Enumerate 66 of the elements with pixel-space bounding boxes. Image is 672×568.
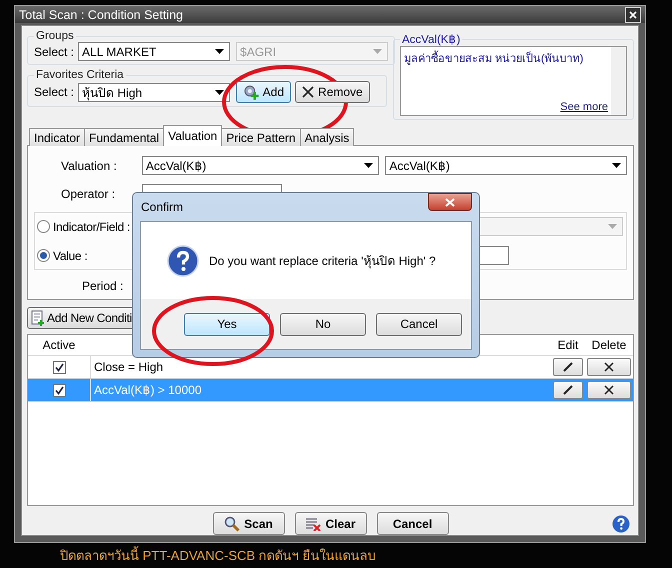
dropdown-arrow-icon xyxy=(608,224,617,229)
select-label: Select : xyxy=(34,85,74,99)
description-text: มูลค่าซื้อขายสะสม หน่วยเป็น(พันบาท) xyxy=(404,53,584,65)
tab[interactable]: Fundamental xyxy=(84,128,164,146)
question-icon xyxy=(167,244,199,276)
tab[interactable]: Valuation xyxy=(163,125,222,146)
gear-plus-icon xyxy=(243,84,259,100)
checkbox[interactable] xyxy=(52,360,66,374)
document-plus-icon xyxy=(31,310,45,326)
edit-button[interactable] xyxy=(553,358,583,376)
operator-label: Operator : xyxy=(60,186,116,200)
help-icon[interactable] xyxy=(612,515,630,533)
cross-icon xyxy=(302,86,314,98)
dropdown-arrow-icon xyxy=(364,163,374,168)
radio-button[interactable] xyxy=(37,249,50,262)
source-label: Indicator/Field : xyxy=(53,220,131,234)
see-more-link[interactable]: See more xyxy=(560,101,608,113)
source-label: Value : xyxy=(53,248,88,262)
dropdown-arrow-icon xyxy=(612,163,621,168)
group-dropdown[interactable]: ALL MARKET xyxy=(78,42,230,61)
valuation-dropdown[interactable]: AccVal(K฿) xyxy=(142,156,380,175)
tab[interactable]: Price Pattern xyxy=(221,128,301,146)
cross-icon xyxy=(603,384,615,396)
pencil-icon xyxy=(562,361,574,373)
dialog-button[interactable]: No xyxy=(280,312,366,336)
close-icon xyxy=(445,198,455,206)
dialog-button[interactable]: Yes xyxy=(184,312,270,336)
dropdown-arrow-icon xyxy=(373,49,382,54)
add-button[interactable]: Add xyxy=(236,81,292,103)
edit-button[interactable] xyxy=(553,381,583,399)
close-icon xyxy=(629,10,637,18)
cancel-button[interactable]: Cancel xyxy=(376,512,448,535)
valuation-dropdown[interactable]: AccVal(K฿) xyxy=(385,156,627,175)
select-label: Select : xyxy=(34,44,74,58)
scrollbar[interactable] xyxy=(611,47,626,115)
tab[interactable]: Indicator xyxy=(29,128,86,146)
scan-button[interactable]: Scan xyxy=(212,512,284,535)
column-header: Active xyxy=(42,338,76,352)
dropdown-arrow-icon xyxy=(215,90,224,94)
column-header: Edit xyxy=(556,338,580,352)
cross-icon xyxy=(603,361,615,373)
clear-button[interactable]: Clear xyxy=(294,512,366,535)
valuation-label: Valuation : xyxy=(60,158,118,172)
dialog-button[interactable]: Cancel xyxy=(376,312,462,336)
condition-text: AccVal(K฿) > 10000 xyxy=(90,379,551,401)
favorites-label: Favorites Criteria xyxy=(35,69,125,81)
close-button[interactable] xyxy=(428,193,472,211)
news-ticker: ปิดตลาดฯวันนี้ PTT-ADVANC-SCB กดดันฯ ยืนในแดนลบ xyxy=(60,545,376,565)
period-label: Period : xyxy=(81,279,124,293)
groups-label: Groups xyxy=(35,30,75,42)
remove-button[interactable]: Remove xyxy=(295,81,370,103)
favorites-dropdown[interactable]: หุ้นปิด High xyxy=(78,82,230,102)
clear-list-icon xyxy=(305,516,322,530)
magnifier-icon xyxy=(224,516,240,532)
column-header: Delete xyxy=(590,338,628,352)
dropdown-arrow-icon xyxy=(215,49,224,54)
delete-button[interactable] xyxy=(587,358,631,376)
radio-button[interactable] xyxy=(37,220,50,233)
checkbox[interactable] xyxy=(52,384,66,396)
pencil-icon xyxy=(562,384,574,396)
window-title: Total Scan : Condition Setting xyxy=(19,8,183,22)
delete-button[interactable] xyxy=(587,381,631,399)
tab[interactable]: Analysis xyxy=(300,128,354,146)
dialog-title: Confirm xyxy=(140,200,184,214)
description-title: AccVal(K฿) xyxy=(401,33,462,46)
confirm-message: Do you want replace criteria 'หุ้นปิด High' ? xyxy=(209,253,436,270)
